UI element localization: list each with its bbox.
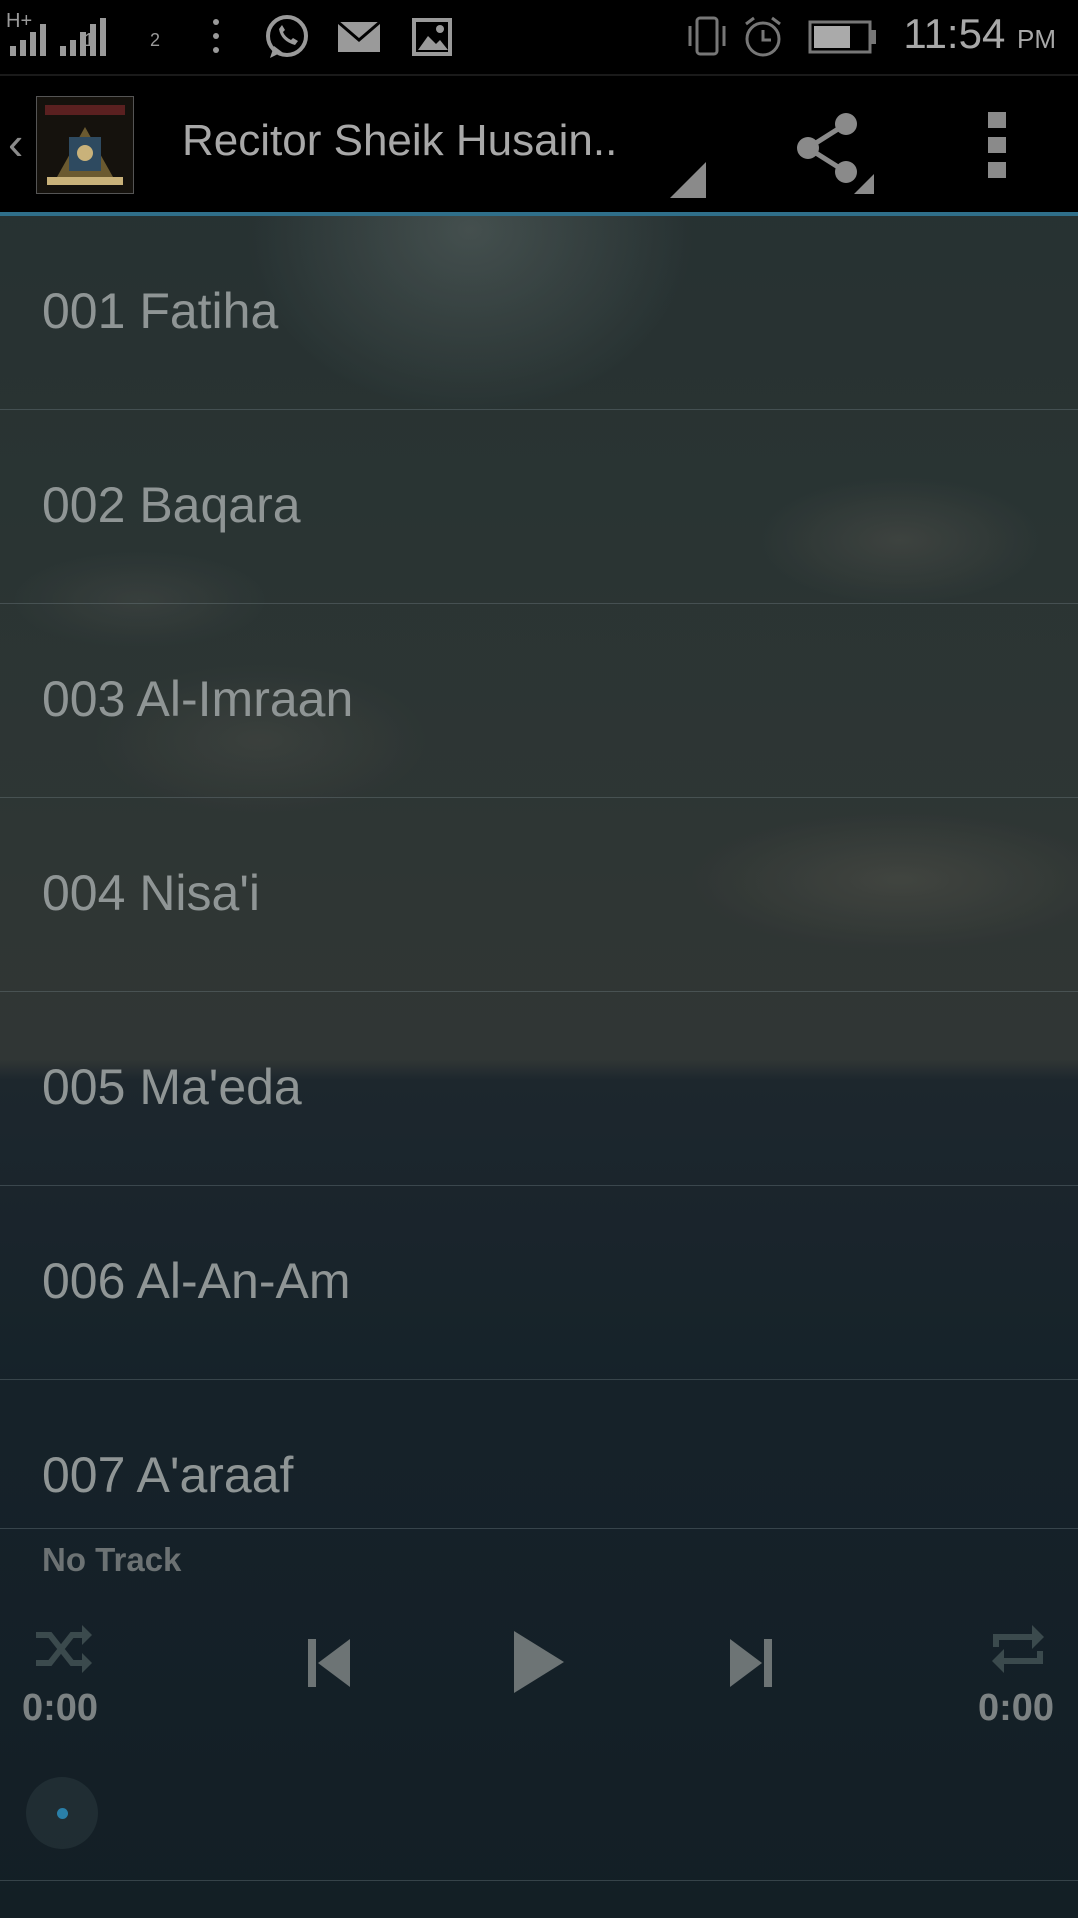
list-item[interactable]: 002 Baqara xyxy=(0,410,1078,604)
overflow-menu-icon[interactable] xyxy=(980,110,1014,180)
more-notifications-icon xyxy=(213,19,219,53)
email-icon xyxy=(337,20,381,52)
player-panel: No Track 0:00 0:00 xyxy=(0,1528,1078,1879)
app-logo-image xyxy=(37,97,133,193)
sim2-label: 2 xyxy=(150,30,161,50)
track-title: 005 Ma'eda xyxy=(42,1059,302,1115)
track-title: 004 Nisa'i xyxy=(42,865,260,921)
now-playing-title: No Track xyxy=(42,1541,182,1578)
clock-ampm: PM xyxy=(1017,24,1056,54)
track-title: 006 Al-An-Am xyxy=(42,1253,351,1309)
gallery-icon xyxy=(412,18,452,56)
repeat-icon[interactable] xyxy=(986,1621,1050,1677)
back-chevron-icon[interactable]: ‹ xyxy=(8,116,23,170)
track-title: 003 Al-Imraan xyxy=(42,671,354,727)
sim1-label: 1 xyxy=(84,30,95,50)
next-icon[interactable] xyxy=(726,1633,776,1693)
vibrate-icon xyxy=(688,16,726,56)
whatsapp-icon xyxy=(266,15,308,58)
track-title: 007 A'araaf xyxy=(42,1447,294,1503)
list-item[interactable]: 004 Nisa'i xyxy=(0,798,1078,992)
battery-icon xyxy=(808,20,876,54)
track-title: 001 Fatiha xyxy=(42,283,279,339)
shuffle-icon[interactable] xyxy=(32,1621,96,1677)
alarm-icon xyxy=(745,16,781,57)
bottom-divider xyxy=(0,1880,1078,1881)
play-icon[interactable] xyxy=(508,1627,568,1697)
clock-time: 11:54 xyxy=(903,10,1006,57)
status-bar: H+ 1 2 11:54 PM xyxy=(0,0,1078,76)
share-submenu-indicator xyxy=(854,174,874,194)
app-title[interactable]: Recitor Sheik Husain.. xyxy=(182,116,617,166)
app-logo[interactable] xyxy=(36,96,134,194)
dropdown-indicator-icon[interactable] xyxy=(670,162,706,198)
list-item[interactable]: 003 Al-Imraan xyxy=(0,604,1078,798)
signal-strength-icon xyxy=(10,18,106,56)
list-item[interactable]: 006 Al-An-Am xyxy=(0,1186,1078,1380)
duration-time: 0:00 xyxy=(977,1687,1054,1729)
action-bar: ‹ Recitor Sheik Husain.. xyxy=(0,76,1078,216)
track-list: 001 Fatiha 002 Baqara 003 Al-Imraan 004 … xyxy=(0,216,1078,1555)
seek-bar-thumb[interactable] xyxy=(26,1777,98,1849)
clock: 11:54 PM xyxy=(903,10,1056,58)
previous-icon[interactable] xyxy=(304,1633,354,1693)
elapsed-time: 0:00 xyxy=(22,1687,99,1729)
list-item[interactable]: 005 Ma'eda xyxy=(0,992,1078,1186)
track-title: 002 Baqara xyxy=(42,477,301,533)
list-item[interactable]: 001 Fatiha xyxy=(0,216,1078,410)
